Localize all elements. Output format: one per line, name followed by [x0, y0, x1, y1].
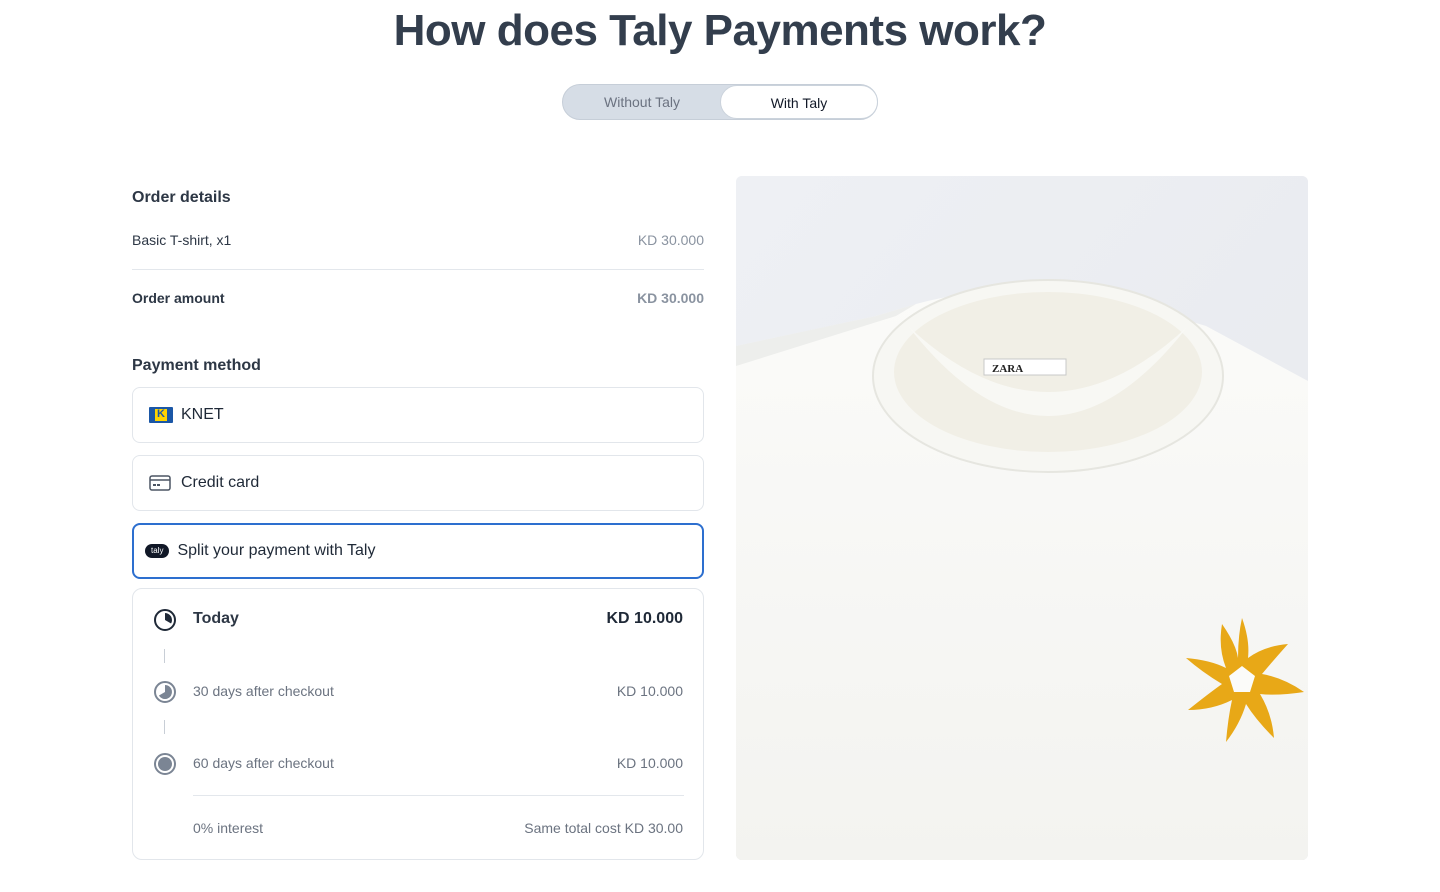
order-amount-row: Order amount KD 30.000 — [132, 290, 704, 306]
order-item-row: Basic T-shirt, x1 KD 30.000 — [132, 232, 704, 248]
taly-toggle[interactable]: Without Taly With Taly — [562, 84, 878, 120]
installment-label: 60 days after checkout — [193, 755, 334, 771]
credit-card-icon — [149, 475, 171, 491]
timeline-connector — [164, 720, 165, 734]
order-amount-label: Order amount — [132, 290, 225, 306]
toggle-with-taly[interactable]: With Taly — [720, 85, 878, 119]
order-amount-value: KD 30.000 — [637, 290, 704, 306]
payment-option-credit-card[interactable]: Credit card — [132, 455, 704, 511]
taly-logo-icon: taly — [145, 544, 170, 558]
installment-amount: KD 10.000 — [606, 610, 684, 627]
knet-logo-icon — [149, 407, 173, 423]
toggle-without-taly[interactable]: Without Taly — [563, 85, 721, 119]
product-image: ZARA — [736, 176, 1308, 860]
total-cost-label: Same total cost KD 30.00 — [524, 820, 683, 836]
interest-label: 0% interest — [193, 820, 264, 836]
page-title: How does Taly Payments work? — [393, 6, 1047, 55]
order-details-title: Order details — [132, 189, 231, 206]
installment-plan: Today KD 10.000 30 days after checkout K… — [132, 588, 704, 860]
payment-option-label: Split your payment with Taly — [177, 542, 376, 559]
installment-amount: KD 10.000 — [616, 755, 683, 771]
step-one-third-icon — [153, 608, 177, 637]
installment-amount: KD 10.000 — [616, 683, 683, 699]
timeline-connector — [164, 649, 165, 663]
order-item-price: KD 30.000 — [637, 232, 704, 248]
step-two-thirds-icon — [153, 680, 177, 709]
order-item-name: Basic T-shirt, x1 — [132, 232, 232, 248]
payment-method-title: Payment method — [132, 357, 261, 374]
payment-option-label: Credit card — [181, 474, 260, 491]
payment-option-label: KNET — [181, 406, 224, 423]
step-full-icon — [153, 752, 177, 781]
payment-option-taly[interactable]: taly Split your payment with Taly — [132, 523, 704, 579]
installment-label: Today — [193, 610, 239, 627]
order-divider — [132, 269, 704, 270]
plan-divider — [193, 795, 684, 796]
installment-label: 30 days after checkout — [193, 683, 334, 699]
payment-option-knet[interactable]: KNET — [132, 387, 704, 443]
brand-label-text: ZARA — [992, 363, 1023, 375]
